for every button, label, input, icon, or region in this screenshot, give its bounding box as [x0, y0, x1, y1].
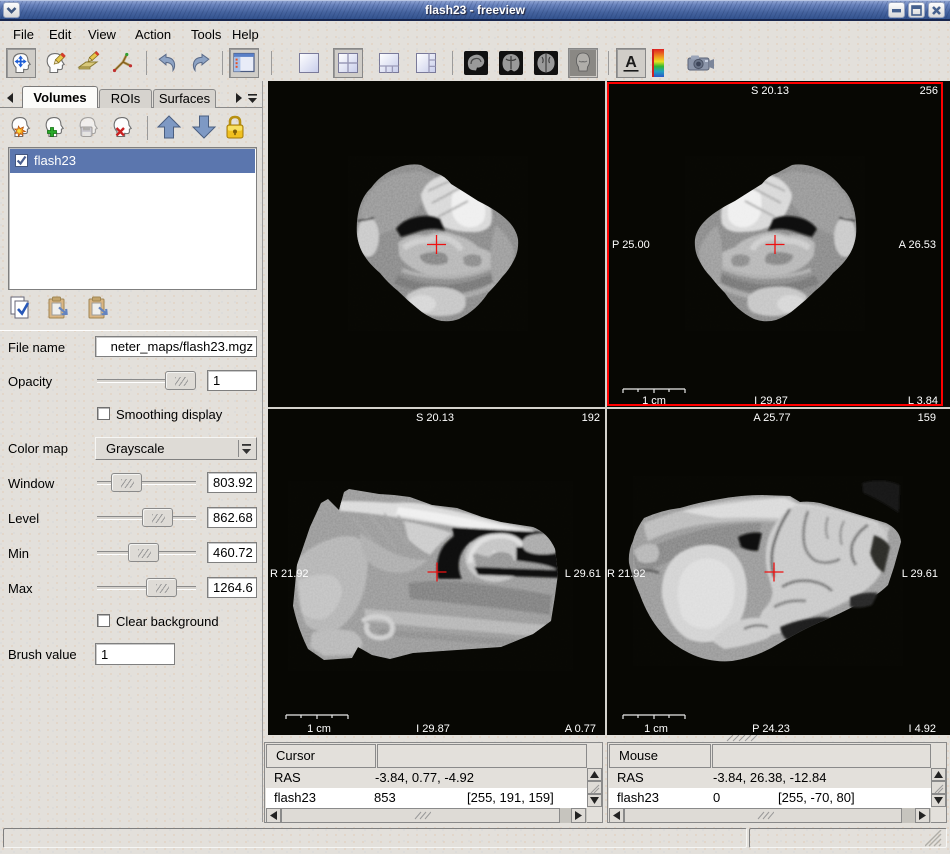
svg-text:L 29.61: L 29.61 — [902, 568, 938, 580]
svg-text:1 cm: 1 cm — [644, 723, 668, 735]
svg-text:R 21.92: R 21.92 — [607, 568, 646, 580]
svg-text:192: 192 — [582, 412, 600, 424]
svg-text:1 cm: 1 cm — [642, 395, 666, 407]
svg-text:159: 159 — [918, 412, 936, 424]
svg-text:A 0.77: A 0.77 — [565, 723, 596, 735]
svg-text:L 3.84: L 3.84 — [908, 395, 938, 407]
svg-text:R 21.92: R 21.92 — [270, 568, 309, 580]
svg-text:I 29.87: I 29.87 — [416, 723, 450, 735]
svg-text:L 29.61: L 29.61 — [565, 568, 601, 580]
svg-text:I 29.87: I 29.87 — [754, 395, 788, 407]
svg-text:A 26.53: A 26.53 — [899, 239, 936, 251]
svg-text:A: A — [625, 54, 637, 71]
svg-text:S 20.13: S 20.13 — [416, 412, 454, 424]
svg-text:1 cm: 1 cm — [307, 723, 331, 735]
svg-text:P 25.00: P 25.00 — [612, 239, 650, 251]
svg-text:P 24.23: P 24.23 — [752, 723, 790, 735]
svg-text:256: 256 — [920, 85, 938, 97]
svg-text:S 20.13: S 20.13 — [751, 85, 789, 97]
svg-text:I 4.92: I 4.92 — [908, 723, 936, 735]
svg-text:A 25.77: A 25.77 — [753, 412, 790, 424]
